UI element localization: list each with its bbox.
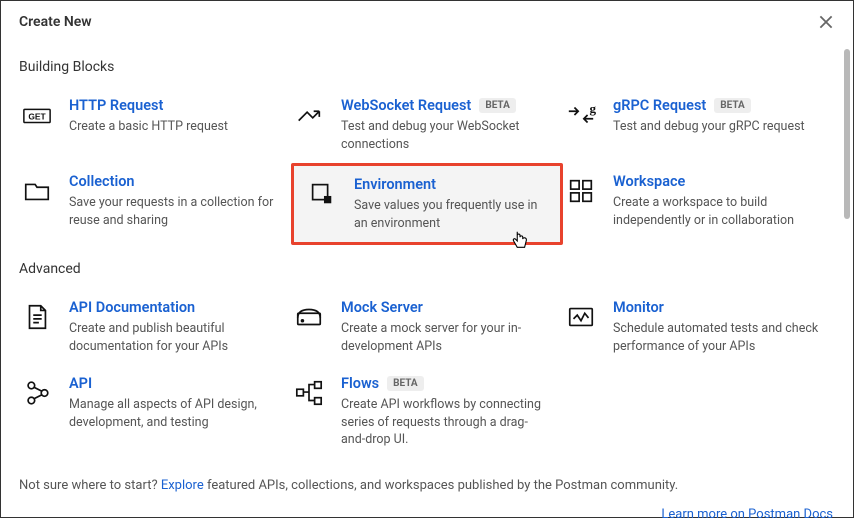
explore-link[interactable]: Explore [161, 478, 204, 493]
card-api[interactable]: API Manage all aspects of API design, de… [19, 365, 291, 459]
card-mock-server[interactable]: Mock Server Create a mock server for you… [291, 289, 563, 365]
section-building-blocks-title: Building Blocks [19, 59, 835, 75]
card-desc: Schedule automated tests and check perfo… [613, 320, 823, 355]
card-title: HTTP Request [69, 97, 163, 114]
card-desc: Test and debug your WebSocket connection… [341, 118, 551, 153]
card-title: WebSocket Request [341, 97, 471, 114]
beta-badge: BETA [387, 376, 424, 391]
api-icon [19, 375, 55, 411]
card-body: API Documentation Create and publish bea… [69, 299, 279, 355]
footer-suffix: featured APIs, collections, and workspac… [204, 478, 678, 493]
card-workspace[interactable]: Workspace Create a workspace to build in… [563, 163, 835, 245]
card-body: Mock Server Create a mock server for you… [341, 299, 551, 355]
modal-body: Building Blocks GET HTTP Request Create … [1, 43, 853, 473]
websocket-icon [291, 97, 327, 133]
card-http-request[interactable]: GET HTTP Request Create a basic HTTP req… [19, 87, 291, 163]
card-flows[interactable]: Flows BETA Create API workflows by conne… [291, 365, 563, 459]
card-body: Environment Save values you frequently u… [354, 176, 548, 232]
card-body: Monitor Schedule automated tests and che… [613, 299, 823, 355]
card-desc: Create a mock server for your in-develop… [341, 320, 551, 355]
svg-text:g: g [589, 101, 596, 116]
card-websocket-request[interactable]: WebSocket Request BETA Test and debug yo… [291, 87, 563, 163]
advanced-grid: API Documentation Create and publish bea… [19, 289, 835, 459]
card-title: API Documentation [69, 299, 195, 316]
card-desc: Save values you frequently use in an env… [354, 197, 548, 232]
card-body: Workspace Create a workspace to build in… [613, 173, 823, 235]
card-title: Flows [341, 375, 379, 392]
card-desc: Manage all aspects of API design, develo… [69, 396, 279, 431]
close-icon[interactable] [817, 13, 835, 31]
docs-link[interactable]: Learn more on Postman Docs [661, 507, 833, 522]
card-desc: Create API workflows by connecting serie… [341, 396, 551, 449]
monitor-icon [563, 299, 599, 335]
modal-header: Create New [1, 1, 853, 43]
card-collection[interactable]: Collection Save your requests in a colle… [19, 163, 291, 245]
card-desc: Test and debug your gRPC request [613, 118, 823, 136]
card-title: Workspace [613, 173, 685, 190]
section-advanced-title: Advanced [19, 261, 835, 277]
folder-icon [19, 173, 55, 209]
document-icon [19, 299, 55, 335]
get-icon: GET [19, 97, 55, 133]
card-title: Mock Server [341, 299, 423, 316]
card-desc: Create and publish beautiful documentati… [69, 320, 279, 355]
beta-badge: BETA [714, 98, 751, 113]
building-blocks-grid: GET HTTP Request Create a basic HTTP req… [19, 87, 835, 245]
card-body: gRPC Request BETA Test and debug your gR… [613, 97, 823, 153]
modal-title: Create New [19, 14, 92, 30]
flows-icon [291, 375, 327, 411]
card-title: gRPC Request [613, 97, 706, 114]
card-title: Collection [69, 173, 135, 190]
card-monitor[interactable]: Monitor Schedule automated tests and che… [563, 289, 835, 365]
grpc-icon: g [563, 97, 599, 133]
footer-hint: Not sure where to start? Explore feature… [1, 473, 853, 503]
scrollbar-thumb[interactable] [844, 49, 850, 219]
grid-icon [563, 173, 599, 209]
card-desc: Create a basic HTTP request [69, 118, 279, 136]
card-api-documentation[interactable]: API Documentation Create and publish bea… [19, 289, 291, 365]
card-body: Collection Save your requests in a colle… [69, 173, 279, 235]
server-icon [291, 299, 327, 335]
card-body: Flows BETA Create API workflows by conne… [341, 375, 551, 449]
footer-prefix: Not sure where to start? [19, 478, 161, 493]
card-body: API Manage all aspects of API design, de… [69, 375, 279, 449]
environment-icon [304, 176, 340, 212]
beta-badge: BETA [479, 98, 516, 113]
card-title: API [69, 375, 92, 392]
card-title: Monitor [613, 299, 664, 316]
card-grpc-request[interactable]: g gRPC Request BETA Test and debug your … [563, 87, 835, 163]
card-title: Environment [354, 176, 436, 193]
card-desc: Save your requests in a collection for r… [69, 194, 279, 229]
card-desc: Create a workspace to build independentl… [613, 194, 823, 229]
card-environment[interactable]: Environment Save values you frequently u… [291, 163, 563, 245]
svg-text:GET: GET [28, 112, 46, 122]
card-body: HTTP Request Create a basic HTTP request [69, 97, 279, 153]
card-body: WebSocket Request BETA Test and debug yo… [341, 97, 551, 153]
